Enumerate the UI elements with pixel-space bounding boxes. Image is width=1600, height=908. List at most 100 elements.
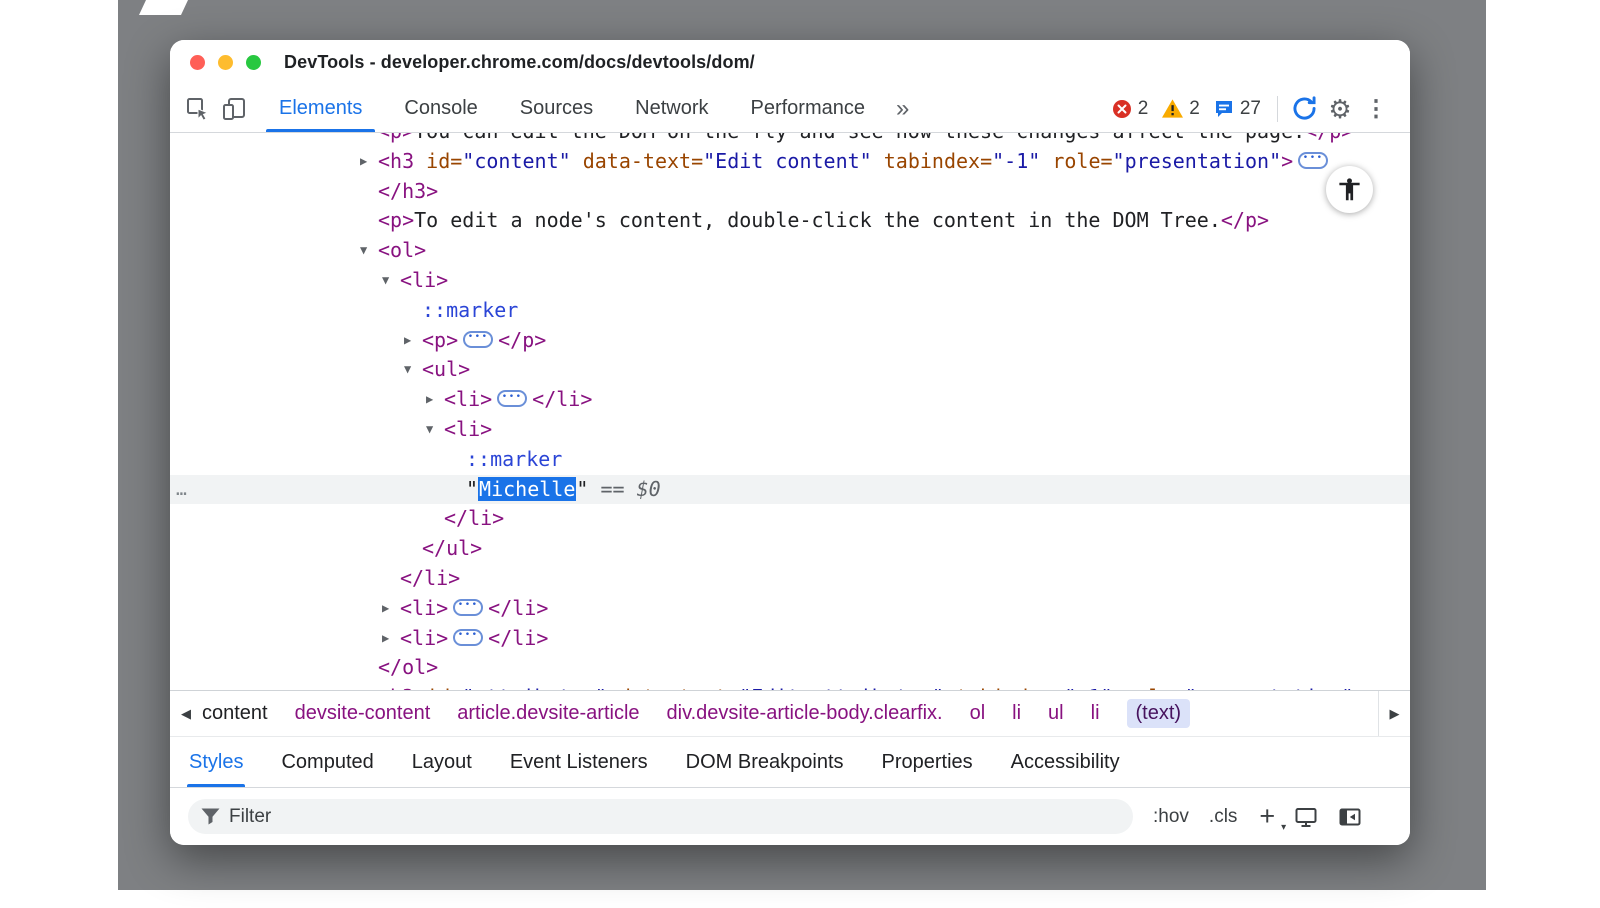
expand-arrow-icon[interactable]: ▶	[404, 326, 411, 356]
children-ellipsis-button[interactable]: •••	[497, 390, 527, 407]
tab-computed[interactable]: Computed	[262, 737, 392, 787]
expand-arrow-icon[interactable]: ▶	[360, 147, 367, 177]
tree-line[interactable]: ▶<li>•••</li>	[170, 385, 1410, 415]
breadcrumb-item[interactable]: article.devsite-article	[457, 702, 639, 725]
tab-network[interactable]: Network	[614, 85, 729, 132]
tab-layout[interactable]: Layout	[393, 737, 491, 787]
breadcrumb-item[interactable]: devsite-content	[295, 702, 431, 725]
breadcrumb-item[interactable]: ul	[1048, 702, 1064, 725]
expand-arrow-icon[interactable]: ▶	[426, 385, 433, 415]
token-tag: </li>	[400, 566, 460, 590]
children-ellipsis-button[interactable]: •••	[1298, 152, 1328, 169]
filter-input[interactable]	[229, 806, 1120, 828]
tree-line[interactable]: </h3>	[170, 177, 1410, 207]
tree-line[interactable]: ▼ <ol>	[170, 236, 1410, 266]
tree-line[interactable]: ::marker	[170, 296, 1410, 326]
token-pseudo: ::marker	[466, 447, 562, 471]
filter-box[interactable]	[188, 799, 1133, 834]
token-tag: </h3>	[378, 179, 438, 203]
tree-line[interactable]: ▼<ul>	[170, 355, 1410, 385]
breadcrumb-item[interactable]: ol	[970, 702, 986, 725]
token-tag: <ol>	[378, 238, 426, 262]
row-menu-icon[interactable]: …	[176, 475, 187, 505]
tree-line[interactable]: </ul>	[170, 534, 1410, 564]
breadcrumb-item[interactable]: (text)	[1127, 699, 1191, 728]
token-sel[interactable]: Michelle	[478, 477, 576, 501]
error-badge[interactable]: 2	[1112, 98, 1149, 120]
toggle-element-state-button[interactable]: :hov	[1153, 806, 1189, 828]
token-tag: </li>	[444, 506, 504, 530]
tab-event-listeners[interactable]: Event Listeners	[491, 737, 667, 787]
token-tag: <li>	[400, 268, 448, 292]
token-text: To edit a node's content, double-click t…	[414, 208, 1221, 232]
warning-badge[interactable]: 2	[1162, 98, 1200, 120]
menu-button[interactable]: ⋮	[1358, 91, 1394, 127]
tree-line[interactable]: ::marker	[170, 445, 1410, 475]
sync-button[interactable]	[1286, 91, 1322, 127]
tab-styles[interactable]: Styles	[170, 737, 262, 787]
tree-line[interactable]: </ol>	[170, 653, 1410, 683]
issues-badge[interactable]: 27	[1214, 98, 1261, 120]
zoom-window-button[interactable]	[246, 55, 261, 70]
collapse-arrow-icon[interactable]: ▼	[426, 415, 433, 445]
children-ellipsis-button[interactable]: •••	[453, 629, 483, 646]
device-toolbar-button[interactable]	[216, 91, 252, 127]
tree-line[interactable]: ▶<li>•••</li>	[170, 594, 1410, 624]
close-window-button[interactable]	[190, 55, 205, 70]
token-tag: >	[1281, 149, 1293, 173]
tree-line[interactable]: </li>	[170, 504, 1410, 534]
breadcrumb-scroll-right-button[interactable]: ▶	[1378, 691, 1410, 736]
children-ellipsis-button[interactable]: •••	[463, 331, 493, 348]
devtools-window: DevTools - developer.chrome.com/docs/dev…	[170, 40, 1410, 845]
token-tag: </p>	[1305, 133, 1353, 143]
rendering-emulations-button[interactable]	[1293, 805, 1319, 829]
expand-arrow-icon[interactable]: ▶	[382, 594, 389, 624]
children-ellipsis-button[interactable]: •••	[453, 599, 483, 616]
tab-console[interactable]: Console	[383, 85, 498, 132]
tree-line[interactable]: ▼ <li>	[170, 266, 1410, 296]
inspect-element-button[interactable]	[180, 91, 216, 127]
tree-line[interactable]: ▼<li>	[170, 415, 1410, 445]
tree-line[interactable]: …"Michelle" == $0	[170, 475, 1410, 505]
tree-line[interactable]: ▶<h3 id="attributes" data-text="Edit att…	[170, 683, 1410, 690]
element-classes-button[interactable]: .cls	[1209, 806, 1238, 828]
tab-performance[interactable]: Performance	[730, 85, 887, 132]
tab-properties[interactable]: Properties	[863, 737, 992, 787]
token-val: "content"	[462, 149, 570, 173]
tab-accessibility[interactable]: Accessibility	[992, 737, 1139, 787]
minimize-window-button[interactable]	[218, 55, 233, 70]
tab-sources[interactable]: Sources	[499, 85, 614, 132]
breadcrumb-item[interactable]: li	[1012, 702, 1021, 725]
expand-arrow-icon[interactable]: ▶	[360, 683, 367, 690]
tab-dom-breakpoints[interactable]: DOM Breakpoints	[667, 737, 863, 787]
expand-arrow-icon[interactable]: ▶	[382, 624, 389, 654]
accessibility-button[interactable]	[1326, 166, 1373, 213]
breadcrumb-item[interactable]: li	[1091, 702, 1100, 725]
token-tag: </p>	[1221, 208, 1269, 232]
tree-line[interactable]: </li>	[170, 564, 1410, 594]
breadcrumb-scroll-left-button[interactable]: ◀	[170, 691, 202, 736]
tree-line[interactable]: <p>You can edit the DOM on the fly and s…	[170, 133, 1410, 147]
collapse-arrow-icon[interactable]: ▼	[360, 236, 367, 266]
more-tabs-button[interactable]: »	[896, 95, 909, 123]
breadcrumb-item[interactable]: content	[202, 702, 268, 725]
dom-tree-inner: <p>You can edit the DOM on the fly and s…	[170, 133, 1410, 690]
status-badges: 2 2 27	[1098, 98, 1261, 120]
accessibility-icon	[1336, 176, 1363, 203]
token-tag: </ol>	[378, 655, 438, 679]
warning-count: 2	[1189, 98, 1200, 120]
collapse-arrow-icon[interactable]: ▼	[404, 355, 411, 385]
tab-elements[interactable]: Elements	[258, 85, 383, 132]
dom-tree: <p>You can edit the DOM on the fly and s…	[170, 133, 1410, 690]
token-tag: <li>	[400, 626, 448, 650]
tree-line[interactable]: ▶<p>•••</p>	[170, 326, 1410, 356]
styles-filter-row: :hov .cls + ▾	[170, 788, 1410, 845]
new-style-rule-button[interactable]: + ▾	[1259, 803, 1275, 830]
collapse-arrow-icon[interactable]: ▼	[382, 266, 389, 296]
tree-line[interactable]: ▶<h3 id="content" data-text="Edit conten…	[170, 147, 1410, 177]
breadcrumb-item[interactable]: div.devsite-article-body.clearfix.	[667, 702, 943, 725]
tree-line[interactable]: <p>To edit a node's content, double-clic…	[170, 206, 1410, 236]
settings-button[interactable]: ⚙	[1322, 91, 1358, 127]
computed-sidebar-toggle-button[interactable]	[1337, 805, 1363, 829]
tree-line[interactable]: ▶<li>•••</li>	[170, 624, 1410, 654]
